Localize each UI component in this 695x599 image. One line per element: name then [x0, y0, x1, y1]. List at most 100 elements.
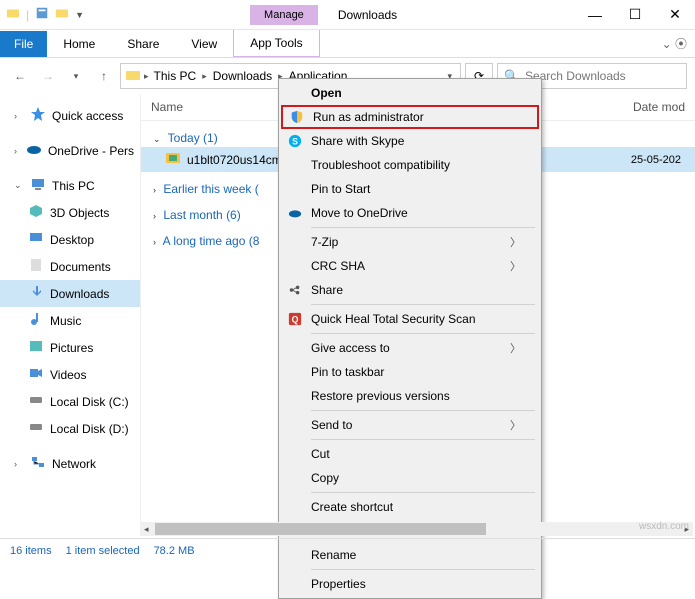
qat-properties-icon[interactable] — [35, 6, 49, 23]
navigation-pane: › Quick access › OneDrive - Pers ⌄ This … — [0, 94, 140, 534]
file-tab[interactable]: File — [0, 31, 47, 57]
status-item-count: 16 items — [10, 545, 52, 557]
ctx-properties[interactable]: Properties — [281, 572, 539, 596]
sidebar-3d-objects[interactable]: 3D Objects — [0, 199, 140, 226]
cube-icon — [28, 203, 44, 222]
folder-icon[interactable] — [55, 6, 69, 23]
separator — [311, 410, 535, 411]
scroll-left-icon[interactable]: ◂ — [140, 524, 153, 535]
sidebar-videos[interactable]: Videos — [0, 361, 140, 388]
svg-text:S: S — [292, 137, 298, 147]
ctx-7zip[interactable]: 7-Zip〉 — [281, 230, 539, 254]
tab-app-tools[interactable]: App Tools — [233, 30, 319, 57]
computer-icon — [30, 176, 46, 195]
sidebar-desktop[interactable]: Desktop — [0, 226, 140, 253]
tab-share[interactable]: Share — [111, 31, 175, 57]
skype-icon: S — [287, 133, 303, 149]
sidebar-network[interactable]: › Network — [0, 450, 140, 477]
chevron-right-icon: 〉 — [510, 234, 521, 250]
cloud-icon — [26, 141, 42, 160]
separator — [311, 569, 535, 570]
ctx-cut[interactable]: Cut — [281, 442, 539, 466]
breadcrumb-downloads[interactable]: Downloads — [211, 69, 274, 83]
status-bar: 16 items 1 item selected 78.2 MB — [0, 538, 695, 562]
videos-icon — [28, 365, 44, 384]
qat-separator: | — [26, 8, 29, 22]
shield-icon — [289, 109, 305, 125]
ctx-pin-to-start[interactable]: Pin to Start — [281, 177, 539, 201]
installer-icon — [165, 150, 181, 169]
recent-locations-dropdown[interactable]: ▾ — [64, 64, 88, 88]
watermark: wsxdn.com — [639, 521, 689, 532]
maximize-button[interactable]: ☐ — [615, 0, 655, 30]
sidebar-local-disk-d[interactable]: Local Disk (D:) — [0, 415, 140, 442]
ctx-create-shortcut[interactable]: Create shortcut — [281, 495, 539, 519]
chevron-right-icon: 〉 — [510, 340, 521, 356]
chevron-right-icon: › — [153, 211, 156, 221]
sidebar-music[interactable]: Music — [0, 307, 140, 334]
desktop-icon — [28, 230, 44, 249]
sidebar-pictures[interactable]: Pictures — [0, 334, 140, 361]
ctx-run-as-administrator[interactable]: Run as administrator — [281, 105, 539, 129]
share-icon — [287, 282, 303, 298]
qat-dropdown-icon[interactable]: ▼ — [75, 10, 84, 20]
ctx-move-to-onedrive[interactable]: Move to OneDrive — [281, 201, 539, 225]
ctx-open[interactable]: Open — [281, 81, 539, 105]
separator — [311, 333, 535, 334]
sidebar-downloads[interactable]: Downloads — [0, 280, 140, 307]
sidebar-this-pc[interactable]: ⌄ This PC — [0, 172, 140, 199]
scrollbar-thumb[interactable] — [155, 523, 487, 535]
ctx-give-access-to[interactable]: Give access to〉 — [281, 336, 539, 360]
window-title: Downloads — [338, 8, 397, 22]
file-date: 25-05-202 — [631, 154, 685, 166]
ctx-crc-sha[interactable]: CRC SHA〉 — [281, 254, 539, 278]
sidebar-local-disk-c[interactable]: Local Disk (C:) — [0, 388, 140, 415]
minimize-button[interactable]: — — [575, 0, 615, 30]
contextual-tab-label: Manage — [250, 5, 318, 25]
documents-icon — [28, 257, 44, 276]
separator — [311, 492, 535, 493]
star-icon — [30, 106, 46, 125]
ctx-quick-heal-scan[interactable]: Q Quick Heal Total Security Scan — [281, 307, 539, 331]
quickheal-icon: Q — [287, 311, 303, 327]
chevron-right-icon: › — [14, 111, 24, 121]
ctx-share[interactable]: Share — [281, 278, 539, 302]
horizontal-scrollbar[interactable]: ◂ ▸ — [140, 522, 693, 536]
folder-icon — [6, 6, 20, 23]
status-selected: 1 item selected — [66, 545, 140, 557]
sidebar-documents[interactable]: Documents — [0, 253, 140, 280]
forward-button[interactable]: → — [36, 64, 60, 88]
breadcrumb-this-pc[interactable]: This PC — [152, 69, 199, 83]
network-icon — [30, 454, 46, 473]
tab-home[interactable]: Home — [47, 31, 111, 57]
sidebar-onedrive[interactable]: › OneDrive - Pers — [0, 137, 140, 164]
ctx-restore-previous-versions[interactable]: Restore previous versions — [281, 384, 539, 408]
chevron-right-icon: ▸ — [200, 71, 209, 82]
up-button[interactable]: ↑ — [92, 64, 116, 88]
context-menu: Open Run as administrator S Share with S… — [278, 78, 542, 599]
folder-icon — [125, 67, 141, 86]
cloud-icon — [287, 205, 303, 221]
chevron-right-icon: › — [14, 146, 20, 156]
ctx-troubleshoot-compatibility[interactable]: Troubleshoot compatibility — [281, 153, 539, 177]
separator — [311, 439, 535, 440]
chevron-right-icon: › — [14, 459, 24, 469]
ctx-pin-to-taskbar[interactable]: Pin to taskbar — [281, 360, 539, 384]
chevron-down-icon: ⌄ — [153, 134, 161, 144]
column-date[interactable]: Date mod — [625, 100, 685, 114]
download-icon — [28, 284, 44, 303]
close-button[interactable]: ✕ — [655, 0, 695, 30]
ctx-copy[interactable]: Copy — [281, 466, 539, 490]
back-button[interactable]: ← — [8, 64, 32, 88]
chevron-right-icon: › — [153, 185, 156, 195]
pictures-icon — [28, 338, 44, 357]
music-icon — [28, 311, 44, 330]
file-name: u1blt0720us14cmp — [187, 153, 288, 167]
ctx-share-with-skype[interactable]: S Share with Skype — [281, 129, 539, 153]
chevron-right-icon: › — [153, 237, 156, 247]
tab-view[interactable]: View — [175, 31, 233, 57]
sidebar-quick-access[interactable]: › Quick access — [0, 102, 140, 129]
separator — [311, 227, 535, 228]
ribbon-expand-icon[interactable]: ⌄ ⦿ — [654, 35, 695, 52]
ctx-send-to[interactable]: Send to〉 — [281, 413, 539, 437]
